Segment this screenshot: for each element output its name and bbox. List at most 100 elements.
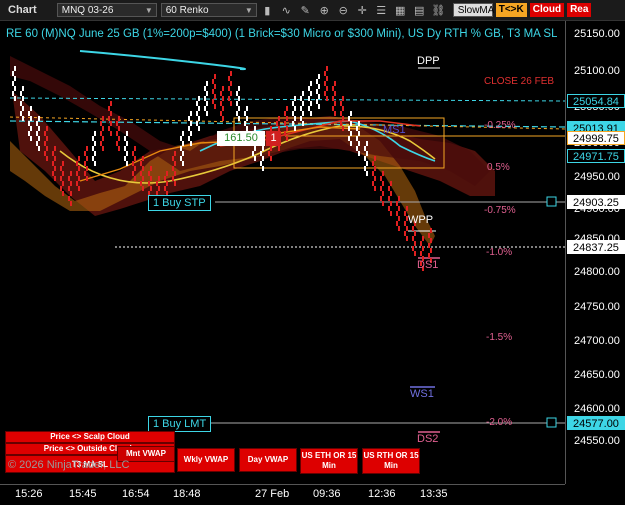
template-icon[interactable]: ▤ <box>411 2 428 18</box>
renko-brick <box>124 136 126 141</box>
renko-brick <box>102 136 104 141</box>
renko-brick <box>140 181 142 186</box>
renko-brick <box>142 156 144 161</box>
tk-button[interactable]: T<>K <box>495 3 527 17</box>
data-box-icon[interactable]: ▦ <box>392 2 409 18</box>
price-axis[interactable]: 25150.00 25100.00 25000.00 24950.00 2480… <box>565 21 625 484</box>
stop-close-marker[interactable] <box>546 196 557 207</box>
renko-brick <box>388 196 390 201</box>
renko-brick <box>38 146 40 151</box>
renko-brick <box>132 151 134 156</box>
renko-brick <box>276 121 278 126</box>
scalp-cloud-button[interactable]: Price <> Scalp Cloud <box>5 431 175 443</box>
renko-brick <box>94 161 96 166</box>
renko-brick <box>380 186 382 191</box>
renko-brick <box>278 116 280 121</box>
time-axis[interactable]: 15:26 15:45 16:54 18:48 27 Feb 09:36 12:… <box>0 484 565 505</box>
renko-brick <box>428 253 430 258</box>
zoom-out-icon[interactable]: ⊖ <box>335 2 352 18</box>
pct-label: -0.25% <box>484 120 516 131</box>
renko-brick <box>46 156 48 161</box>
renko-brick <box>398 216 400 221</box>
crosshair-icon[interactable]: ✛ <box>354 2 371 18</box>
price-tick: 24750.00 <box>574 301 620 313</box>
renko-brick <box>236 111 238 116</box>
renko-brick <box>324 81 326 86</box>
bar-style-icon[interactable]: ▮ <box>259 2 276 18</box>
pencil-icon[interactable]: ✎ <box>297 2 314 18</box>
renko-brick <box>126 131 128 136</box>
renko-brick <box>422 236 424 241</box>
time-tick: 15:45 <box>69 488 97 500</box>
renko-brick <box>94 131 96 136</box>
renko-brick <box>396 211 398 216</box>
renko-brick <box>180 146 182 151</box>
renko-brick <box>326 96 328 101</box>
renko-brick <box>206 81 208 86</box>
dpp-label: DPP <box>417 55 440 67</box>
renko-brick <box>302 91 304 96</box>
properties-icon[interactable]: ☰ <box>373 2 390 18</box>
renko-brick <box>126 141 128 146</box>
renko-brick <box>116 131 118 136</box>
chevron-down-icon: ▼ <box>244 6 253 15</box>
pct-label: -1.0% <box>486 247 513 258</box>
renko-brick <box>332 96 334 101</box>
renko-brick <box>86 166 88 171</box>
renko-brick <box>222 96 224 101</box>
cloud-button[interactable]: Cloud <box>529 3 565 17</box>
wkly-vwap-button[interactable]: Wkly VWAP <box>177 448 235 472</box>
limit-close-marker[interactable] <box>546 417 557 428</box>
renko-brick <box>158 186 160 191</box>
renko-brick <box>324 71 326 76</box>
buy-limit-order[interactable]: 1 Buy LMT <box>148 416 212 432</box>
indicator-selector[interactable]: SlowMA <box>452 3 494 17</box>
eth-or-button[interactable]: US ETH OR 15 Min <box>300 448 358 474</box>
bar-type-selector[interactable]: 60 Renko ▼ <box>160 3 257 17</box>
renko-brick <box>52 161 54 166</box>
renko-brick <box>150 166 152 171</box>
renko-brick <box>134 166 136 171</box>
day-vwap-button[interactable]: Day VWAP <box>239 448 297 472</box>
renko-brick <box>318 84 320 89</box>
renko-brick <box>124 146 126 151</box>
renko-brick <box>244 121 246 126</box>
renko-brick <box>166 171 168 176</box>
ws1-label: WS1 <box>410 388 434 400</box>
link-icon[interactable]: ⛓ <box>430 2 447 18</box>
renko-brick <box>230 81 232 86</box>
renko-brick <box>332 86 334 91</box>
chart-panel[interactable]: RE 60 (M)NQ June 25 GB (1%=200p=$400) (1… <box>0 21 565 484</box>
renko-brick <box>206 101 208 106</box>
renko-brick <box>366 161 368 166</box>
rth-or-button[interactable]: US RTH OR 15 Min <box>362 448 420 474</box>
renko-brick <box>342 106 344 111</box>
buy-stop-order[interactable]: 1 Buy STP <box>148 195 211 211</box>
real-button[interactable]: Rea <box>567 3 592 17</box>
renko-brick <box>102 126 104 131</box>
renko-brick <box>374 156 376 161</box>
renko-brick <box>190 121 192 126</box>
renko-brick <box>340 121 342 126</box>
chart-toolbar: Chart MNQ 03-26 ▼ 60 Renko ▼ ▮ ∿ ✎ ⊕ ⊖ ✛… <box>0 0 625 21</box>
renko-brick <box>278 146 280 151</box>
renko-brick <box>356 146 358 151</box>
renko-brick <box>308 86 310 91</box>
renko-brick <box>406 236 408 241</box>
indicator-icon[interactable]: ∿ <box>278 2 295 18</box>
renko-brick <box>214 74 216 79</box>
renko-brick <box>166 181 168 186</box>
instrument-selector[interactable]: MNQ 03-26 ▼ <box>56 3 157 17</box>
renko-brick <box>262 166 264 171</box>
renko-brick <box>174 161 176 166</box>
renko-brick <box>190 141 192 146</box>
time-tick: 12:36 <box>368 488 396 500</box>
renko-brick <box>182 161 184 166</box>
zoom-in-icon[interactable]: ⊕ <box>316 2 333 18</box>
price-tag-cyan: 25054.84 <box>567 94 625 108</box>
renko-brick <box>164 186 166 191</box>
renko-brick <box>244 111 246 116</box>
window-title: Chart <box>8 4 37 16</box>
renko-brick <box>188 136 190 141</box>
ds1-label: DS1 <box>417 259 439 271</box>
